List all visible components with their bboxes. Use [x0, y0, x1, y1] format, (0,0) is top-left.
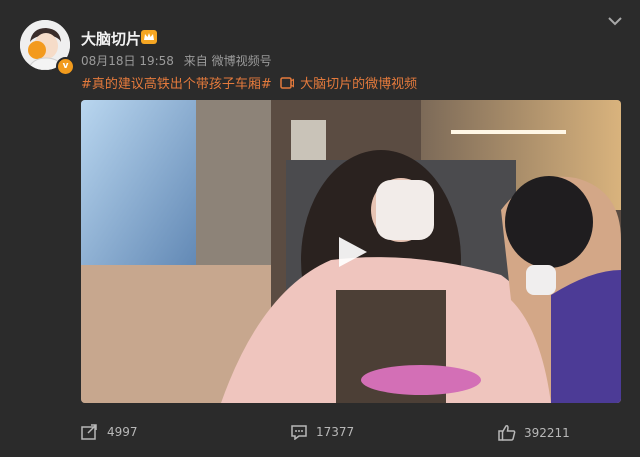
- post-date[interactable]: 08月18日 19:58: [81, 54, 174, 68]
- vip-crown-icon[interactable]: [141, 30, 157, 44]
- author-name[interactable]: 大脑切片: [81, 28, 141, 49]
- post-meta: 08月18日 19:58 来自 微博视频号: [81, 52, 278, 69]
- video-player[interactable]: [81, 100, 621, 403]
- forward-count: 4997: [107, 425, 138, 439]
- action-bar: 4997 17377 392211: [0, 418, 640, 450]
- play-icon[interactable]: [337, 235, 369, 269]
- weibo-post-card: v 大脑切片 08月18日 19:58 来自 微博视频号 #真的建议高铁出个带孩…: [0, 0, 640, 457]
- comment-icon: [291, 425, 307, 440]
- thumbs-up-icon: [498, 425, 516, 441]
- topic-link[interactable]: #真的建议高铁出个带孩子车厢#: [81, 77, 272, 92]
- video-link-icon: [280, 77, 295, 89]
- forward-button[interactable]: 4997: [81, 424, 138, 440]
- like-count: 392211: [524, 425, 570, 440]
- chevron-down-icon[interactable]: [606, 14, 624, 28]
- verified-badge: v: [56, 57, 75, 76]
- like-button[interactable]: 392211: [498, 424, 570, 441]
- post-source: 来自 微博视频号: [183, 54, 272, 68]
- video-link[interactable]: 大脑切片的微博视频: [300, 77, 417, 92]
- comment-count: 17377: [316, 425, 355, 439]
- comment-button[interactable]: 17377: [290, 424, 354, 440]
- forward-icon: [81, 424, 97, 440]
- post-text: #真的建议高铁出个带孩子车厢# 大脑切片的微博视频: [81, 73, 417, 92]
